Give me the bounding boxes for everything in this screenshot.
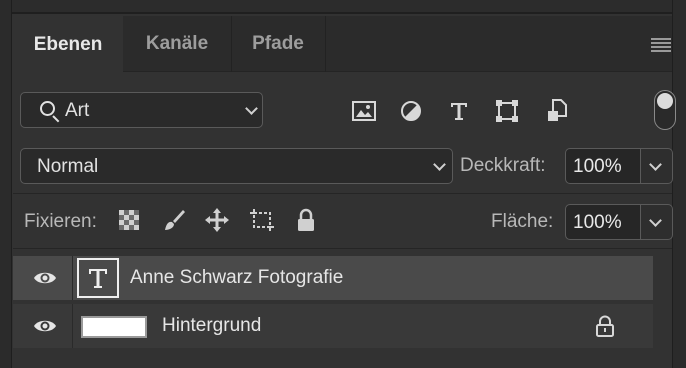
adjustment-filter-icon[interactable]: [398, 98, 424, 124]
blend-mode-dropdown[interactable]: Normal: [20, 148, 453, 184]
lock-transparent-pixels-icon[interactable]: [116, 207, 142, 233]
eye-icon: [34, 320, 56, 332]
lock-label: Fixieren:: [24, 211, 97, 232]
layer-filter-value: Art: [65, 100, 90, 121]
layers-empty-area: [13, 348, 672, 368]
opacity-label: Deckkraft:: [460, 155, 546, 176]
divider: [13, 193, 672, 194]
divider: [13, 248, 672, 249]
panel-right-edge: [672, 0, 686, 368]
panel-left-edge: [0, 0, 12, 368]
lock-position-icon[interactable]: [204, 207, 230, 233]
type-filter-icon[interactable]: [446, 98, 472, 124]
image-filter-icon[interactable]: [351, 98, 377, 124]
layer-row[interactable]: Hintergrund: [13, 304, 653, 348]
tab-paths[interactable]: Pfade: [231, 16, 325, 72]
lock-image-pixels-icon[interactable]: [161, 207, 187, 233]
visibility-toggle[interactable]: [13, 304, 73, 348]
layer-name[interactable]: Hintergrund: [162, 315, 261, 337]
search-icon: [40, 101, 55, 116]
shape-filter-icon[interactable]: [494, 98, 520, 124]
chevron-down-icon: [433, 158, 446, 171]
fill-label: Fläche:: [491, 211, 554, 232]
layer-filter-dropdown[interactable]: Art: [20, 92, 263, 128]
fill-input[interactable]: 100%: [565, 204, 641, 240]
panel-menu-icon[interactable]: [651, 38, 671, 52]
tab-channels[interactable]: Kanäle: [123, 16, 231, 72]
lock-icon[interactable]: [595, 315, 615, 342]
lock-artboard-icon[interactable]: [249, 207, 275, 233]
layer-filter-toggle[interactable]: [654, 90, 676, 130]
top-strip: [0, 0, 686, 14]
tab-separator: [325, 16, 326, 72]
panel-tabbar: Ebenen Kanäle Pfade: [13, 16, 672, 73]
smart-object-filter-icon[interactable]: [544, 98, 570, 124]
layer-row[interactable]: Anne Schwarz Fotografie: [13, 256, 653, 300]
eye-icon: [34, 272, 56, 284]
lock-all-icon[interactable]: [293, 207, 319, 233]
layer-name[interactable]: Anne Schwarz Fotografie: [130, 267, 343, 289]
chevron-down-icon: [649, 214, 662, 227]
opacity-input[interactable]: 100%: [565, 148, 641, 184]
visibility-toggle[interactable]: [13, 256, 73, 300]
background-layer-thumbnail: [81, 316, 147, 338]
blend-mode-value: Normal: [37, 156, 99, 177]
opacity-slider-button[interactable]: [641, 148, 673, 184]
chevron-down-icon: [649, 158, 662, 171]
tab-layers[interactable]: Ebenen: [13, 16, 123, 73]
text-layer-thumbnail: [77, 258, 119, 298]
chevron-down-icon: [245, 102, 258, 115]
layers-panel: Ebenen Kanäle Pfade Art Normal Deckkraft…: [0, 0, 686, 368]
fill-slider-button[interactable]: [641, 204, 673, 240]
